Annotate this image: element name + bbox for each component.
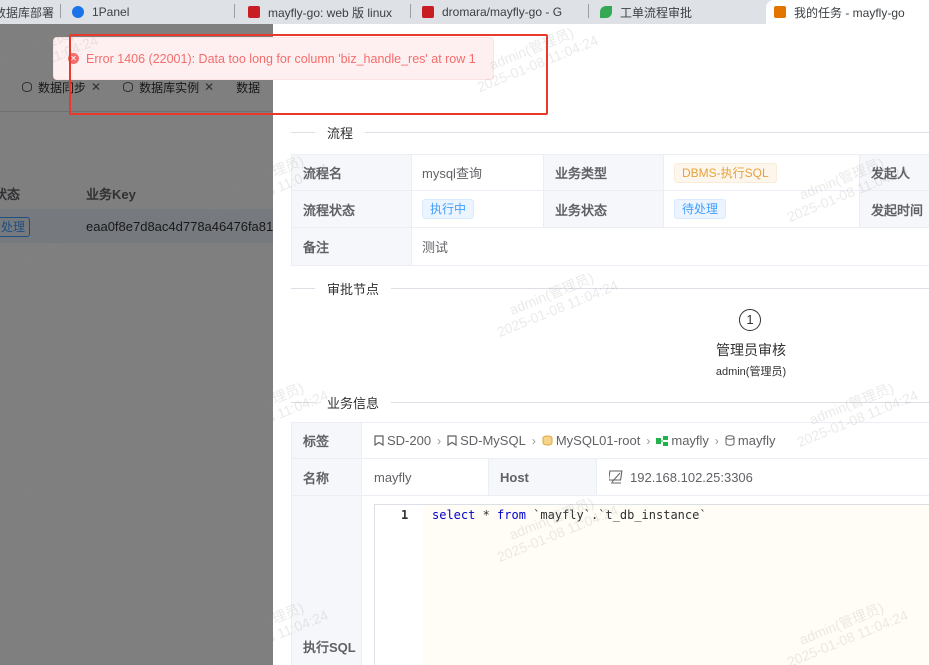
- sql-editor[interactable]: 1 select * from `mayfly`.`t_db_instance`: [374, 504, 929, 665]
- leaf-icon: [600, 6, 612, 18]
- step-assignee: admin(管理员): [715, 366, 787, 378]
- gitee-icon: [248, 6, 260, 18]
- flow-status-tag: 执行中: [422, 199, 475, 219]
- chevron-right-icon: ›: [531, 433, 536, 448]
- label-name: 名称: [291, 459, 362, 496]
- label-host: Host: [489, 459, 597, 496]
- browser-tab-label: 数据库部署: [0, 5, 55, 20]
- 1panel-icon: [72, 6, 84, 18]
- tab-separator: [234, 4, 235, 18]
- chevron-right-icon: ›: [714, 433, 719, 448]
- step-title: 管理员审核: [716, 342, 786, 358]
- sql-text: `mayfly`.`t_db_instance`: [525, 508, 707, 522]
- section-approval: 审批节点: [291, 278, 929, 298]
- label-tag: 标签: [291, 422, 362, 459]
- browser-tab[interactable]: dromara/mayfly-go - G: [422, 0, 584, 24]
- label-remark: 备注: [291, 228, 412, 266]
- line-number: 1: [401, 508, 409, 522]
- bookmark-icon: [447, 435, 457, 446]
- tag-crumb[interactable]: SD-200: [374, 433, 431, 448]
- browser-tab-label: 我的任务 - mayfly-go: [794, 5, 905, 20]
- value-flow-status: 执行中: [412, 191, 544, 228]
- tag-crumb-label: mayfly: [737, 433, 776, 448]
- tag-crumb-label: SD-200: [387, 433, 432, 448]
- tag-crumb[interactable]: mayfly: [725, 433, 776, 448]
- tag-crumb-label: mayfly: [671, 433, 709, 448]
- section-title: 业务信息: [327, 395, 380, 411]
- database-icon: [542, 435, 553, 446]
- tag-crumb[interactable]: SD-MySQL: [447, 433, 526, 448]
- browser-tab-label: dromara/mayfly-go - G: [442, 5, 563, 19]
- browser-tab[interactable]: mayfly-go: web 版 linux: [248, 0, 408, 24]
- database-icon: [725, 435, 735, 446]
- host-icon: [609, 470, 623, 484]
- highlight-box: [69, 34, 548, 115]
- browser-tab[interactable]: 工单流程审批: [600, 0, 750, 24]
- task-detail-drawer: 流程 流程名 mysql查询 业务类型 DBMS-执行SQL 发起人 流程状态 …: [273, 24, 929, 665]
- sql-code: select * from `mayfly`.`t_db_instance`: [432, 508, 707, 522]
- browser-tab-label: 1Panel: [92, 5, 130, 19]
- tag-crumb-label: MySQL01-root: [555, 433, 641, 448]
- value-biz-type: DBMS-执行SQL: [664, 154, 860, 191]
- biz-type-tag: DBMS-执行SQL: [674, 162, 777, 183]
- section-biz-info: 业务信息: [291, 392, 929, 412]
- tab-separator: [588, 4, 589, 18]
- gitee-icon: [422, 6, 434, 18]
- section-title: 审批节点: [327, 281, 380, 297]
- sql-keyword: select: [432, 508, 476, 522]
- section-flow: 流程: [291, 122, 929, 142]
- chevron-right-icon: ›: [646, 433, 651, 448]
- tag-crumb[interactable]: MySQL01-root: [542, 433, 641, 448]
- bookmark-icon: [374, 435, 384, 446]
- value-name: mayfly: [362, 459, 489, 496]
- label-exec-sql: 执行SQL: [291, 496, 362, 665]
- browser-tab[interactable]: 1Panel: [72, 0, 222, 24]
- schema-icon: [656, 435, 669, 446]
- line-gutter: [375, 505, 423, 665]
- tag-path: SD-200 › SD-MySQL › MySQL01-root › mayfl…: [362, 422, 929, 459]
- modal-overlay[interactable]: [0, 24, 273, 665]
- value-flow-name: mysql查询: [412, 154, 544, 191]
- browser-tab-strip: 数据库部署 1Panel mayfly-go: web 版 linux drom…: [0, 0, 929, 24]
- value-remark: 测试: [412, 228, 929, 266]
- sql-text: *: [475, 508, 498, 522]
- label-flow-name: 流程名: [291, 154, 412, 191]
- label-biz-type: 业务类型: [544, 154, 664, 191]
- chevron-right-icon: ›: [437, 433, 442, 448]
- browser-tab-label: 工单流程审批: [620, 5, 693, 20]
- tag-crumb[interactable]: mayfly: [656, 433, 709, 448]
- mayfly-icon: [774, 6, 786, 18]
- label-initiator: 发起人: [860, 154, 929, 191]
- browser-tab-label: mayfly-go: web 版 linux: [268, 5, 393, 20]
- tab-separator: [410, 4, 411, 18]
- label-biz-status: 业务状态: [544, 191, 664, 228]
- step-number: 1: [739, 309, 761, 331]
- biz-status-tag: 待处理: [674, 199, 727, 219]
- tag-crumb-label: SD-MySQL: [460, 433, 526, 448]
- label-start-time: 发起时间: [860, 191, 929, 228]
- tab-separator: [60, 4, 61, 18]
- host-value: 192.168.102.25:3306: [630, 469, 753, 485]
- value-host: 192.168.102.25:3306: [597, 459, 929, 496]
- section-title: 流程: [327, 125, 354, 141]
- sql-keyword: from: [497, 508, 526, 522]
- label-flow-status: 流程状态: [291, 191, 412, 228]
- browser-tab[interactable]: 数据库部署: [0, 0, 60, 24]
- browser-tab-active[interactable]: 我的任务 - mayfly-go: [766, 0, 929, 24]
- value-biz-status: 待处理: [664, 191, 860, 228]
